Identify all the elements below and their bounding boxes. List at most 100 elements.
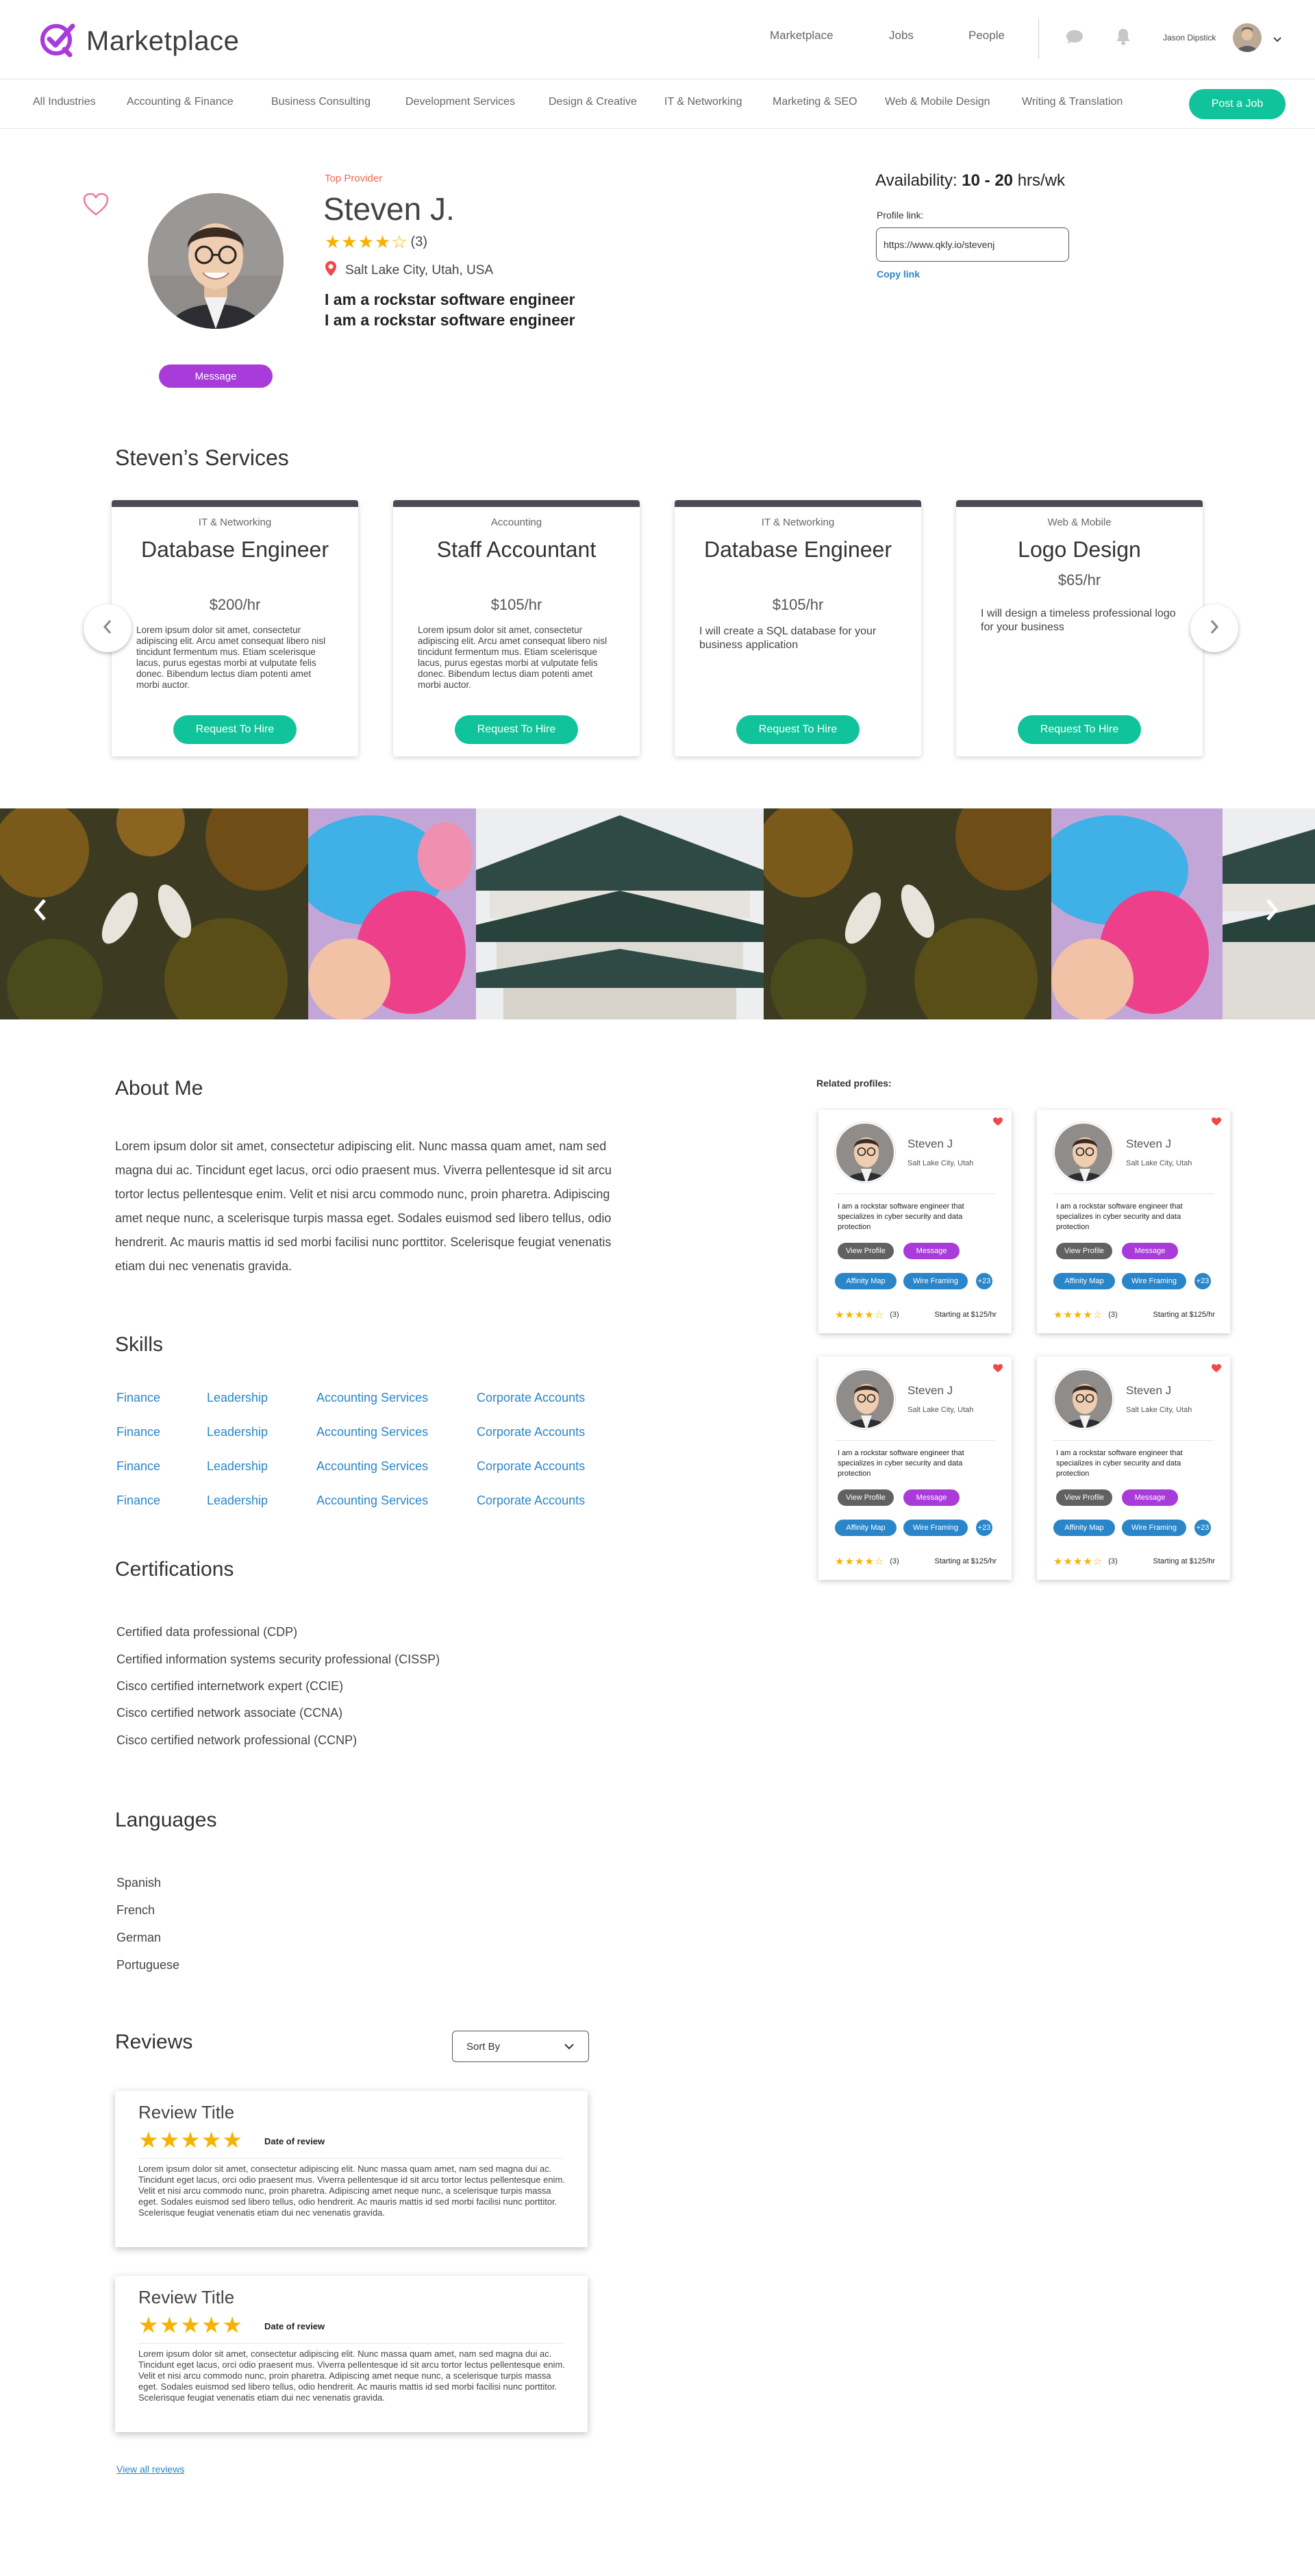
profile-link-field[interactable] [876,227,1069,262]
gallery-next-icon[interactable] [1264,897,1279,928]
services-next-button[interactable] [1190,604,1238,652]
user-avatar[interactable] [1233,23,1262,52]
gallery-image-paint[interactable] [1051,808,1223,1019]
avatar[interactable] [1053,1369,1114,1429]
skill-pill[interactable]: Wire Framing [1122,1520,1186,1536]
gallery-image-autumn-shoes[interactable] [764,808,1051,1019]
request-to-hire-button[interactable]: Request To Hire [455,715,578,744]
sort-by-dropdown[interactable]: Sort By [452,2031,589,2062]
skill-pill[interactable]: Wire Framing [1122,1273,1186,1289]
services-prev-button[interactable] [84,604,132,652]
service-title: Logo Design [1018,537,1141,562]
skill-pill[interactable]: Affinity Map [1053,1520,1115,1536]
category-accounting-finance[interactable]: Accounting & Finance [127,96,234,108]
skill-tag[interactable]: Finance [116,1425,160,1439]
heart-filled-icon[interactable] [992,1117,1003,1130]
gallery-prev-icon[interactable] [33,897,48,928]
request-to-hire-button[interactable]: Request To Hire [736,715,860,744]
skill-tag[interactable]: Corporate Accounts [477,1494,585,1508]
avatar[interactable] [1053,1122,1114,1182]
review-title: Review Title [138,2287,235,2307]
skill-tag[interactable]: Leadership [207,1391,268,1405]
avatar[interactable] [835,1122,895,1182]
related-profile-card[interactable]: Steven J Salt Lake City, Utah I am a rocks… [818,1110,1012,1333]
heart-filled-icon[interactable] [992,1363,1003,1376]
bell-icon[interactable] [1115,27,1131,49]
skill-pill[interactable]: Affinity Map [835,1520,897,1536]
message-button[interactable]: Message [903,1489,960,1506]
nav-people[interactable]: People [968,29,1005,42]
category-all-industries[interactable]: All Industries [33,96,96,108]
rating-count: (3) [890,1557,899,1565]
nav-jobs[interactable]: Jobs [889,29,914,42]
skill-tag[interactable]: Leadership [207,1494,268,1508]
chat-icon[interactable] [1066,29,1084,49]
skill-tag[interactable]: Corporate Accounts [477,1391,585,1405]
category-writing-translation[interactable]: Writing & Translation [1022,96,1123,108]
request-to-hire-button[interactable]: Request To Hire [1018,715,1141,744]
request-to-hire-button[interactable]: Request To Hire [173,715,297,744]
view-profile-button[interactable]: View Profile [838,1243,894,1259]
category-marketing-seo[interactable]: Marketing & SEO [773,96,857,108]
avatar[interactable] [835,1369,895,1429]
nav-marketplace[interactable]: Marketplace [770,29,834,42]
skill-tag[interactable]: Accounting Services [316,1459,428,1474]
related-name: Steven J [907,1137,953,1150]
gallery-image-castle[interactable] [476,808,764,1019]
chevron-down-icon[interactable] [1273,34,1282,47]
related-profile-card[interactable]: Steven J Salt Lake City, Utah I am a rocks… [818,1357,1012,1580]
skill-tag[interactable]: Corporate Accounts [477,1425,585,1439]
message-button[interactable]: Message [159,364,273,388]
skill-tag[interactable]: Leadership [207,1459,268,1474]
related-profiles-label: Related profiles: [816,1078,892,1089]
certification-item: Certified data professional (CDP) [116,1625,298,1639]
more-skills-badge[interactable]: +23 [1194,1273,1211,1289]
skill-tag[interactable]: Accounting Services [316,1494,428,1508]
review-title: Review Title [138,2102,235,2122]
rating-count: (3) [410,234,427,249]
view-profile-button[interactable]: View Profile [838,1489,894,1506]
category-it-networking[interactable]: IT & Networking [664,96,742,108]
post-job-button[interactable]: Post a Job [1189,89,1286,119]
view-all-reviews-link[interactable]: View all reviews [116,2464,184,2475]
skill-tag[interactable]: Finance [116,1391,160,1405]
skill-pill[interactable]: Affinity Map [835,1273,897,1289]
view-profile-button[interactable]: View Profile [1056,1489,1112,1506]
skill-tag[interactable]: Leadership [207,1425,268,1439]
more-skills-badge[interactable]: +23 [976,1520,992,1536]
message-button[interactable]: Message [1122,1243,1178,1259]
category-design-creative[interactable]: Design & Creative [549,96,637,108]
skill-tag[interactable]: Finance [116,1494,160,1508]
logo[interactable]: Marketplace [38,21,239,62]
skill-tag[interactable]: Finance [116,1459,160,1474]
category-web-mobile-design[interactable]: Web & Mobile Design [885,96,990,108]
heart-filled-icon[interactable] [1211,1117,1222,1130]
category-development-services[interactable]: Development Services [405,96,515,108]
heart-filled-icon[interactable] [1211,1363,1222,1376]
skill-tag[interactable]: Corporate Accounts [477,1459,585,1474]
skill-tag[interactable]: Accounting Services [316,1425,428,1439]
view-profile-button[interactable]: View Profile [1056,1243,1112,1259]
message-button[interactable]: Message [903,1243,960,1259]
more-skills-badge[interactable]: +23 [1194,1520,1211,1536]
skill-pill[interactable]: Wire Framing [903,1273,968,1289]
message-button[interactable]: Message [1122,1489,1178,1506]
rating-stars: ★★★★☆ [835,1309,885,1321]
skill-pill[interactable]: Affinity Map [1053,1273,1115,1289]
related-name: Steven J [907,1384,953,1397]
related-divider [835,1440,995,1441]
category-business-consulting[interactable]: Business Consulting [271,96,371,108]
skill-pill[interactable]: Wire Framing [903,1520,968,1536]
user-name[interactable]: Jason Dipstick [1163,33,1216,42]
skill-tag[interactable]: Accounting Services [316,1391,428,1405]
profile-tagline: I am a rockstar software engineer [325,311,575,329]
review-stars: ★★★★★ [138,2312,243,2338]
heart-outline-icon[interactable] [82,192,110,220]
related-profile-card[interactable]: Steven J Salt Lake City, Utah I am a rocks… [1037,1110,1230,1333]
more-skills-badge[interactable]: +23 [976,1273,992,1289]
related-profile-card[interactable]: Steven J Salt Lake City, Utah I am a rocks… [1037,1357,1230,1580]
language-item: Portuguese [116,1958,180,1972]
gallery-image-paint[interactable] [308,808,476,1019]
related-price: Starting at $125/hr [1153,1557,1215,1565]
copy-link[interactable]: Copy link [877,269,920,280]
